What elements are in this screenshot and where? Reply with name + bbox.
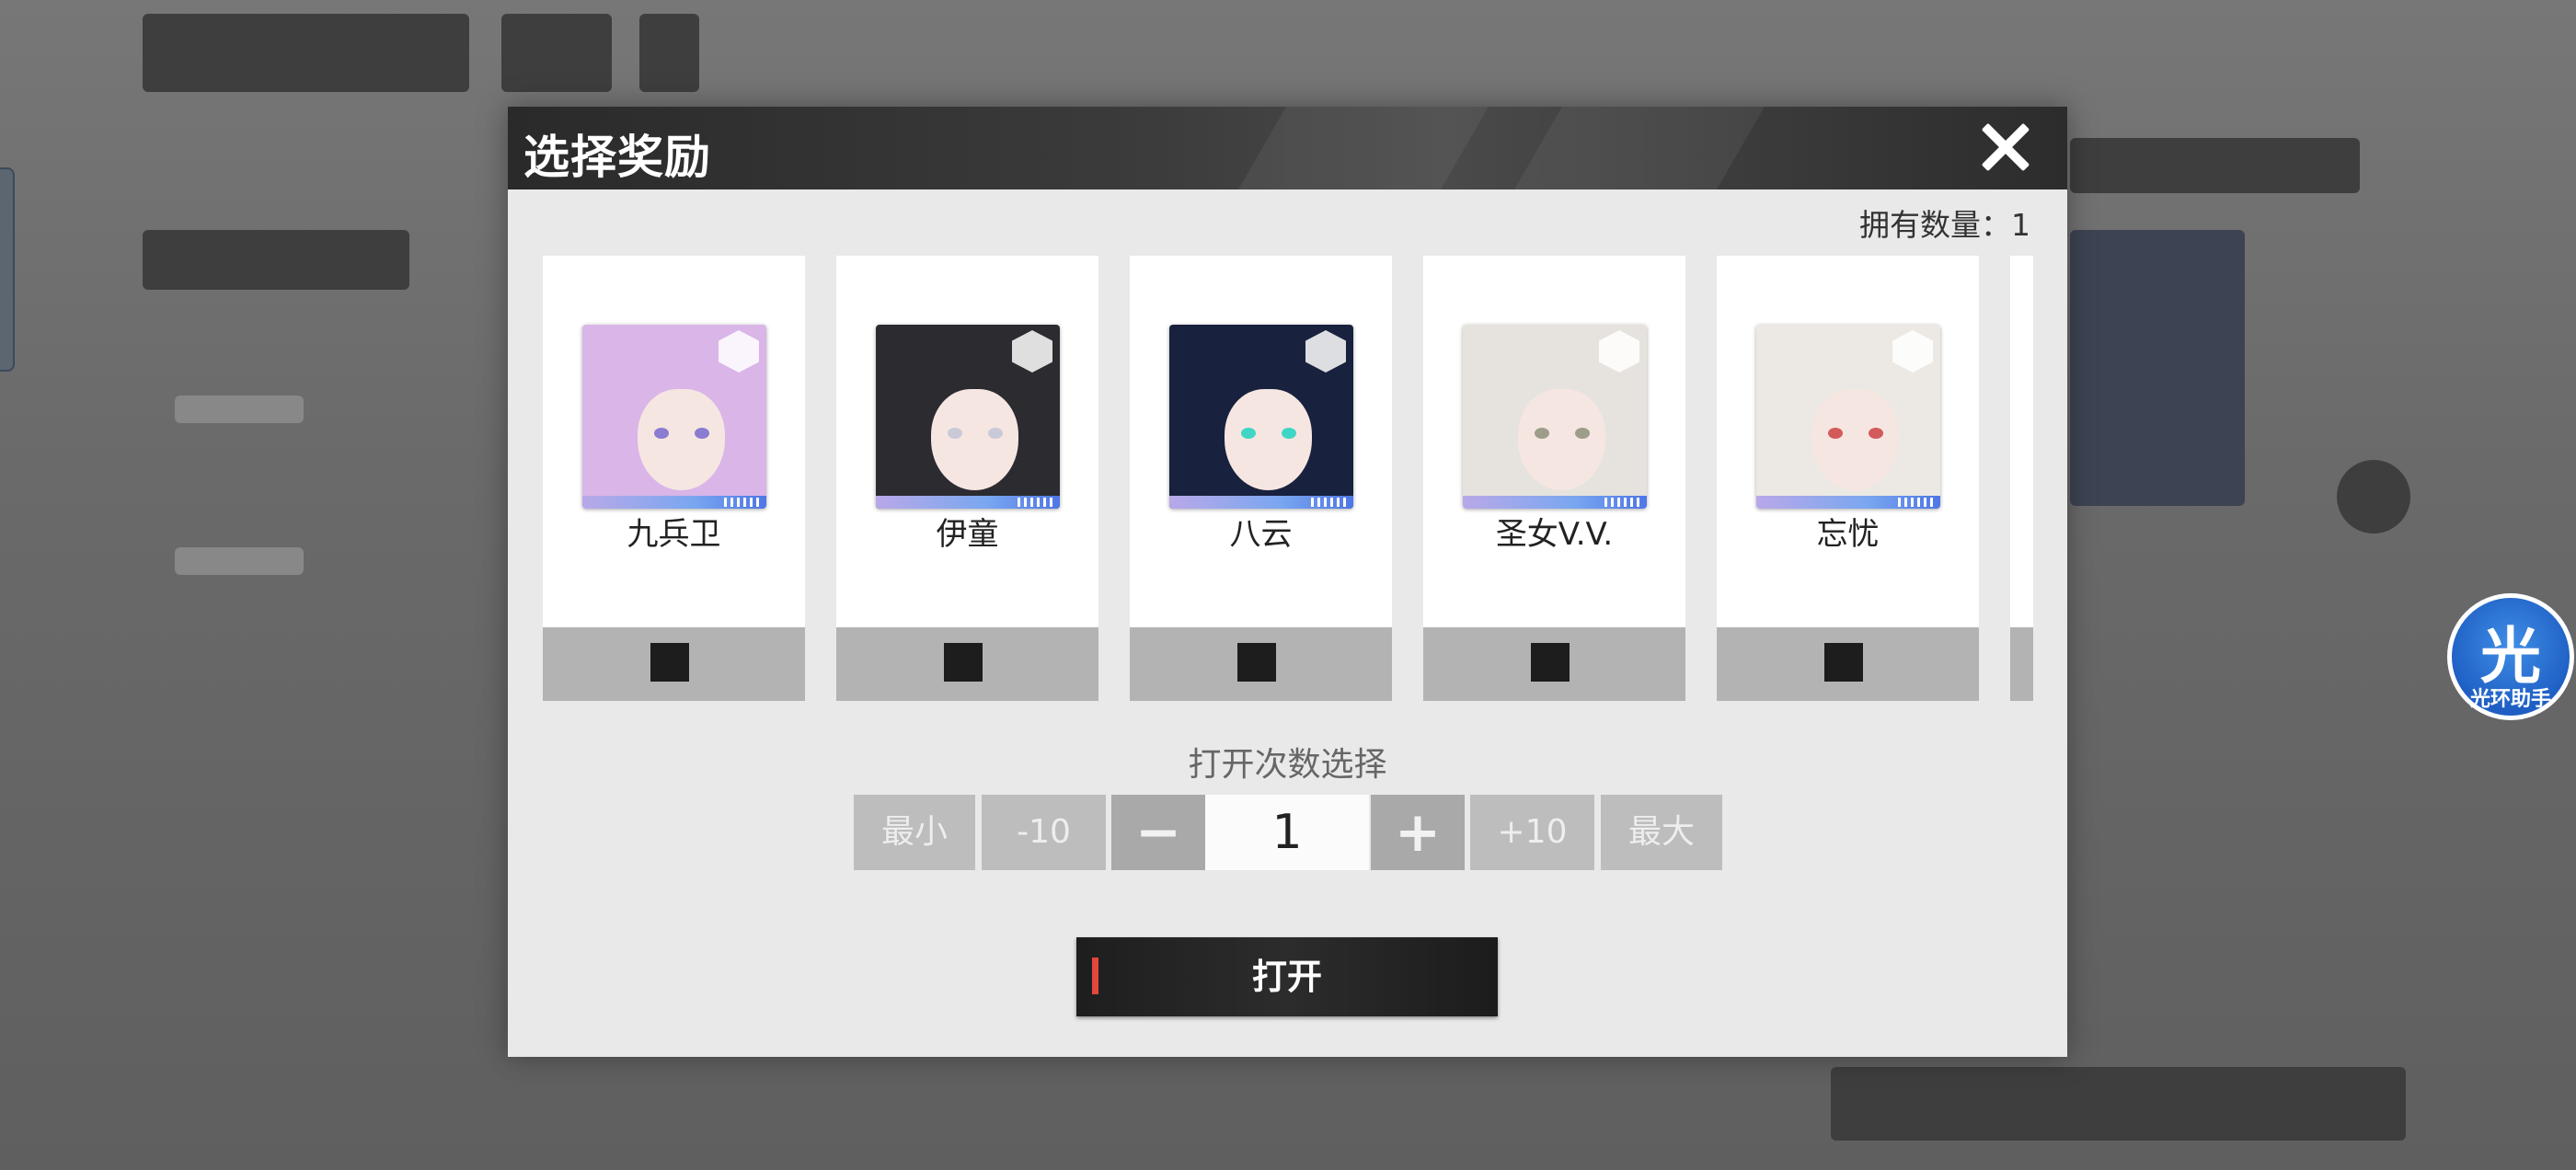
open-button-label: 打开 [1251,957,1322,997]
bg-bottom-button [1831,1067,2406,1141]
reward-select-bar[interactable] [1423,627,1685,701]
reward-name: 九兵卫 [627,516,721,553]
checkbox-icon[interactable] [1237,643,1276,682]
reward-name: 八云 [1229,516,1293,553]
character-portrait [876,325,1060,509]
select-reward-modal: 选择奖励 拥有数量：1 九兵卫 伊童 八云 圣女V.V. 忘忧 打开次数选择 最… [508,107,2067,1057]
max-button[interactable]: 最大 [1601,795,1722,870]
reward-card[interactable]: 九兵卫 [543,256,805,701]
quantity-input[interactable]: 1 [1205,795,1369,870]
character-portrait [1169,325,1353,509]
modal-title: 选择奖励 [523,130,711,184]
plus-10-button[interactable]: +10 [1470,795,1594,870]
checkbox-icon[interactable] [650,643,689,682]
reward-list: 九兵卫 伊童 八云 圣女V.V. 忘忧 [543,256,2033,701]
owned-count: 拥有数量：1 [1859,207,2030,243]
reward-card[interactable]: 忘忧 [1717,256,1979,701]
bg-text-line [175,396,304,423]
bg-right-circle [2337,460,2410,533]
open-button[interactable]: 打开 [1076,937,1498,1016]
reward-select-bar[interactable] [1717,627,1979,701]
min-button[interactable]: 最小 [854,795,975,870]
close-icon[interactable] [1977,120,2032,175]
bg-left-edge-tab [0,167,15,372]
halo-assistant-button[interactable]: 光 光环助手 [2447,593,2574,720]
bg-top-button [501,14,612,92]
modal-header: 选择奖励 [508,107,2067,189]
character-portrait [1463,325,1647,509]
reward-card[interactable]: 八云 [1130,256,1392,701]
bg-right-image [2070,230,2245,506]
bg-text-line [175,547,304,575]
reward-name: 圣女V.V. [1495,516,1614,553]
reward-name: 伊童 [936,516,999,553]
reward-name: 忘忧 [1816,516,1880,553]
reward-select-bar[interactable] [836,627,1098,701]
plus-button[interactable]: + [1371,795,1465,870]
assistant-label: 光环助手 [2469,688,2551,711]
bg-right-banner [2070,138,2360,193]
checkbox-icon[interactable] [1531,643,1570,682]
bg-top-bar [143,14,469,92]
character-portrait [1756,325,1940,509]
button-accent-bar [1092,958,1098,994]
bg-tab [143,230,409,290]
reward-select-bar[interactable] [543,627,805,701]
character-portrait [582,325,766,509]
checkbox-icon[interactable] [1824,643,1863,682]
reward-select-bar[interactable] [1130,627,1392,701]
reward-card[interactable]: 圣女V.V. [1423,256,1685,701]
checkbox-icon[interactable] [944,643,983,682]
minus-10-button[interactable]: -10 [982,795,1106,870]
minus-button[interactable]: − [1111,795,1205,870]
quantity-stepper: 最小 -10 − 1 + +10 最大 [508,795,2067,870]
open-count-label: 打开次数选择 [1188,746,1387,784]
reward-select-bar[interactable] [2010,627,2033,701]
bg-top-icon [639,14,699,92]
reward-card[interactable]: 伊童 [836,256,1098,701]
reward-card-partial[interactable] [2010,256,2033,701]
